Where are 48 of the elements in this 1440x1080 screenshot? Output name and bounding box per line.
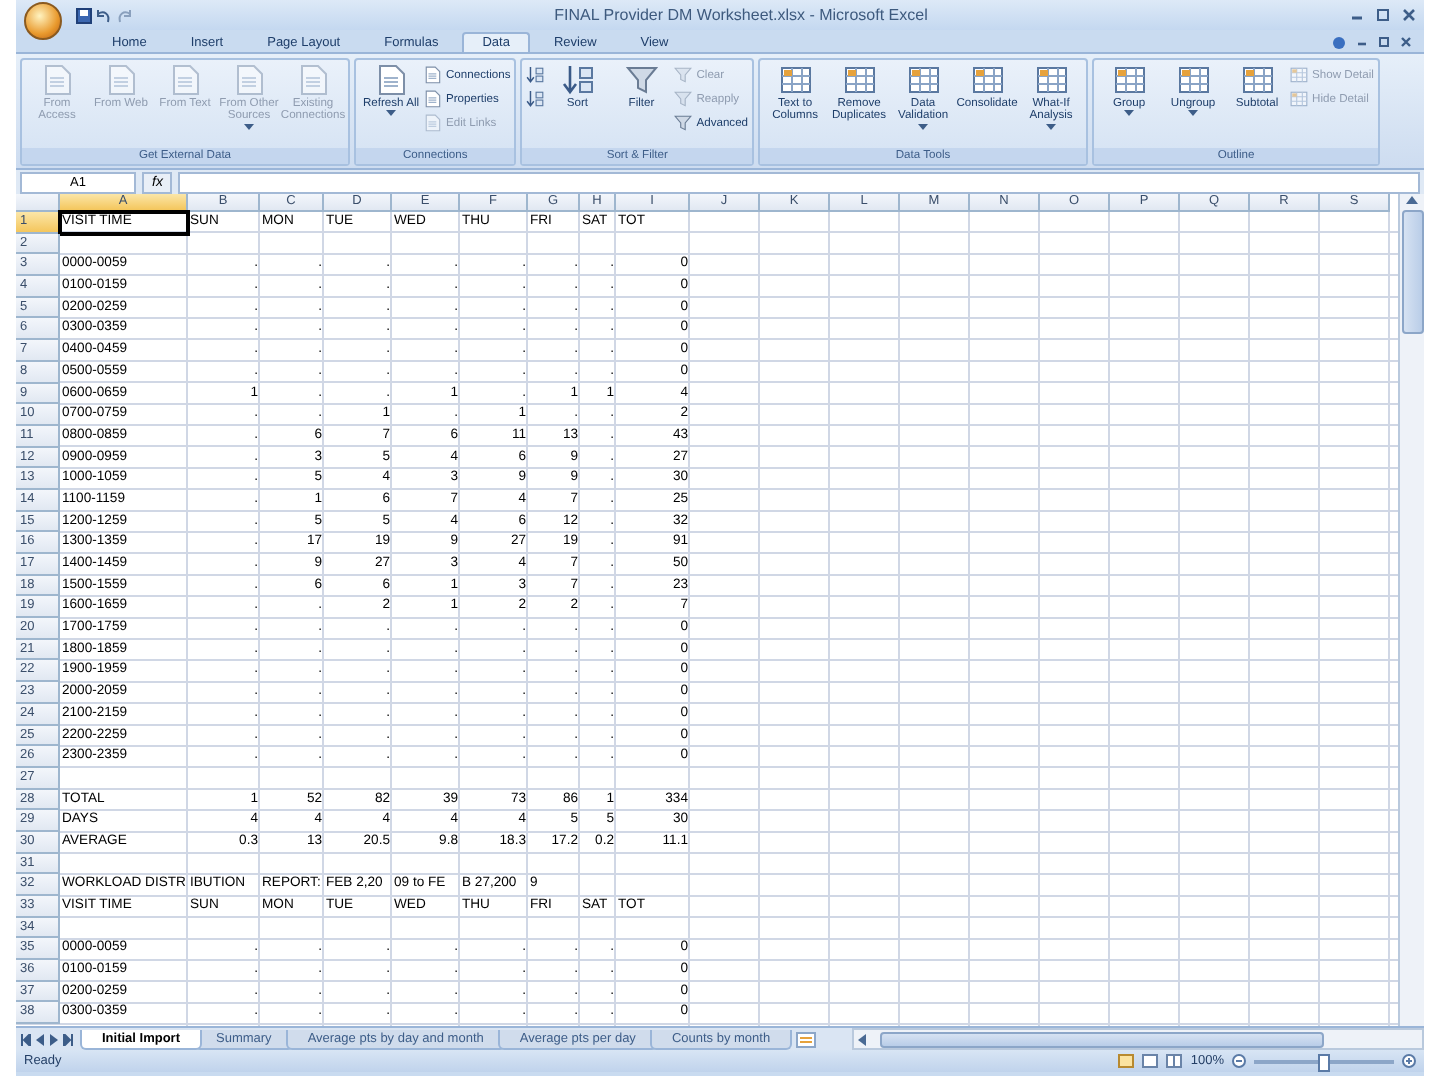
funnel-icon	[625, 64, 658, 96]
table-icon	[779, 64, 812, 96]
document-icon	[105, 64, 137, 96]
document-icon	[233, 64, 265, 96]
previous-sheet-icon[interactable]	[34, 1033, 46, 1045]
page-layout-icon[interactable]	[1142, 1054, 1159, 1068]
sort-icon	[561, 64, 594, 96]
document-icon	[297, 64, 329, 96]
table-icon	[1241, 64, 1274, 96]
zoom-slider[interactable]	[1318, 1053, 1330, 1071]
close-icon[interactable]	[1402, 8, 1416, 22]
document-icon	[375, 64, 407, 96]
document-icon	[424, 114, 442, 132]
next-sheet-icon[interactable]	[48, 1033, 60, 1045]
office-button[interactable]	[24, 2, 62, 40]
insert-sheet-icon[interactable]	[796, 1031, 817, 1047]
table-icon	[1177, 64, 1210, 96]
scrollbar-thumb[interactable]	[1401, 210, 1423, 334]
sort-button[interactable]	[526, 64, 545, 86]
sort-button[interactable]	[526, 88, 545, 110]
page-break-icon[interactable]	[1166, 1054, 1183, 1068]
table-icon	[1290, 66, 1309, 84]
table-icon	[1290, 90, 1309, 108]
table-icon	[1035, 64, 1068, 96]
formula-input[interactable]	[178, 171, 1420, 193]
close-icon[interactable]	[1400, 36, 1412, 48]
window-title: FINAL Provider DM Worksheet.xlsx - Microsoft Excel	[552, 6, 930, 24]
document-icon	[424, 66, 442, 84]
table-icon	[971, 64, 1004, 96]
undo-icon[interactable]	[96, 7, 112, 23]
zoom-out-icon[interactable]	[1232, 1054, 1246, 1068]
document-icon	[424, 90, 442, 108]
document-icon	[41, 64, 73, 96]
sort-icon	[526, 90, 545, 108]
last-sheet-icon[interactable]	[62, 1033, 74, 1045]
sort-icon	[526, 66, 545, 84]
restore-icon[interactable]	[1378, 36, 1390, 48]
maximize-icon[interactable]	[1376, 8, 1390, 22]
table-icon	[907, 64, 940, 96]
first-sheet-icon[interactable]	[20, 1033, 32, 1045]
scroll-left-icon[interactable]	[858, 1033, 869, 1045]
table-icon	[843, 64, 876, 96]
save-icon[interactable]	[76, 7, 92, 23]
zoom-in-icon[interactable]	[1402, 1054, 1416, 1068]
scrollbar-thumb[interactable]	[880, 1031, 1325, 1047]
table-icon	[1113, 64, 1146, 96]
normal-view-icon[interactable]	[1118, 1054, 1135, 1068]
document-icon	[169, 64, 201, 96]
